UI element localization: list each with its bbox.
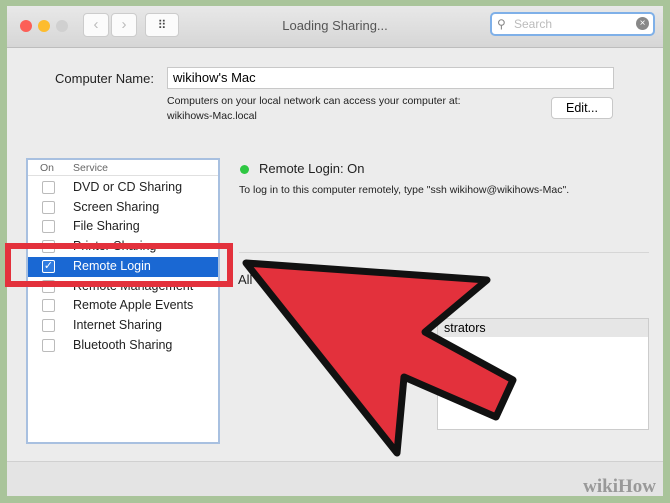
pointer-arrow-icon — [242, 259, 517, 457]
wikihow-watermark: wikiHow — [583, 476, 656, 497]
